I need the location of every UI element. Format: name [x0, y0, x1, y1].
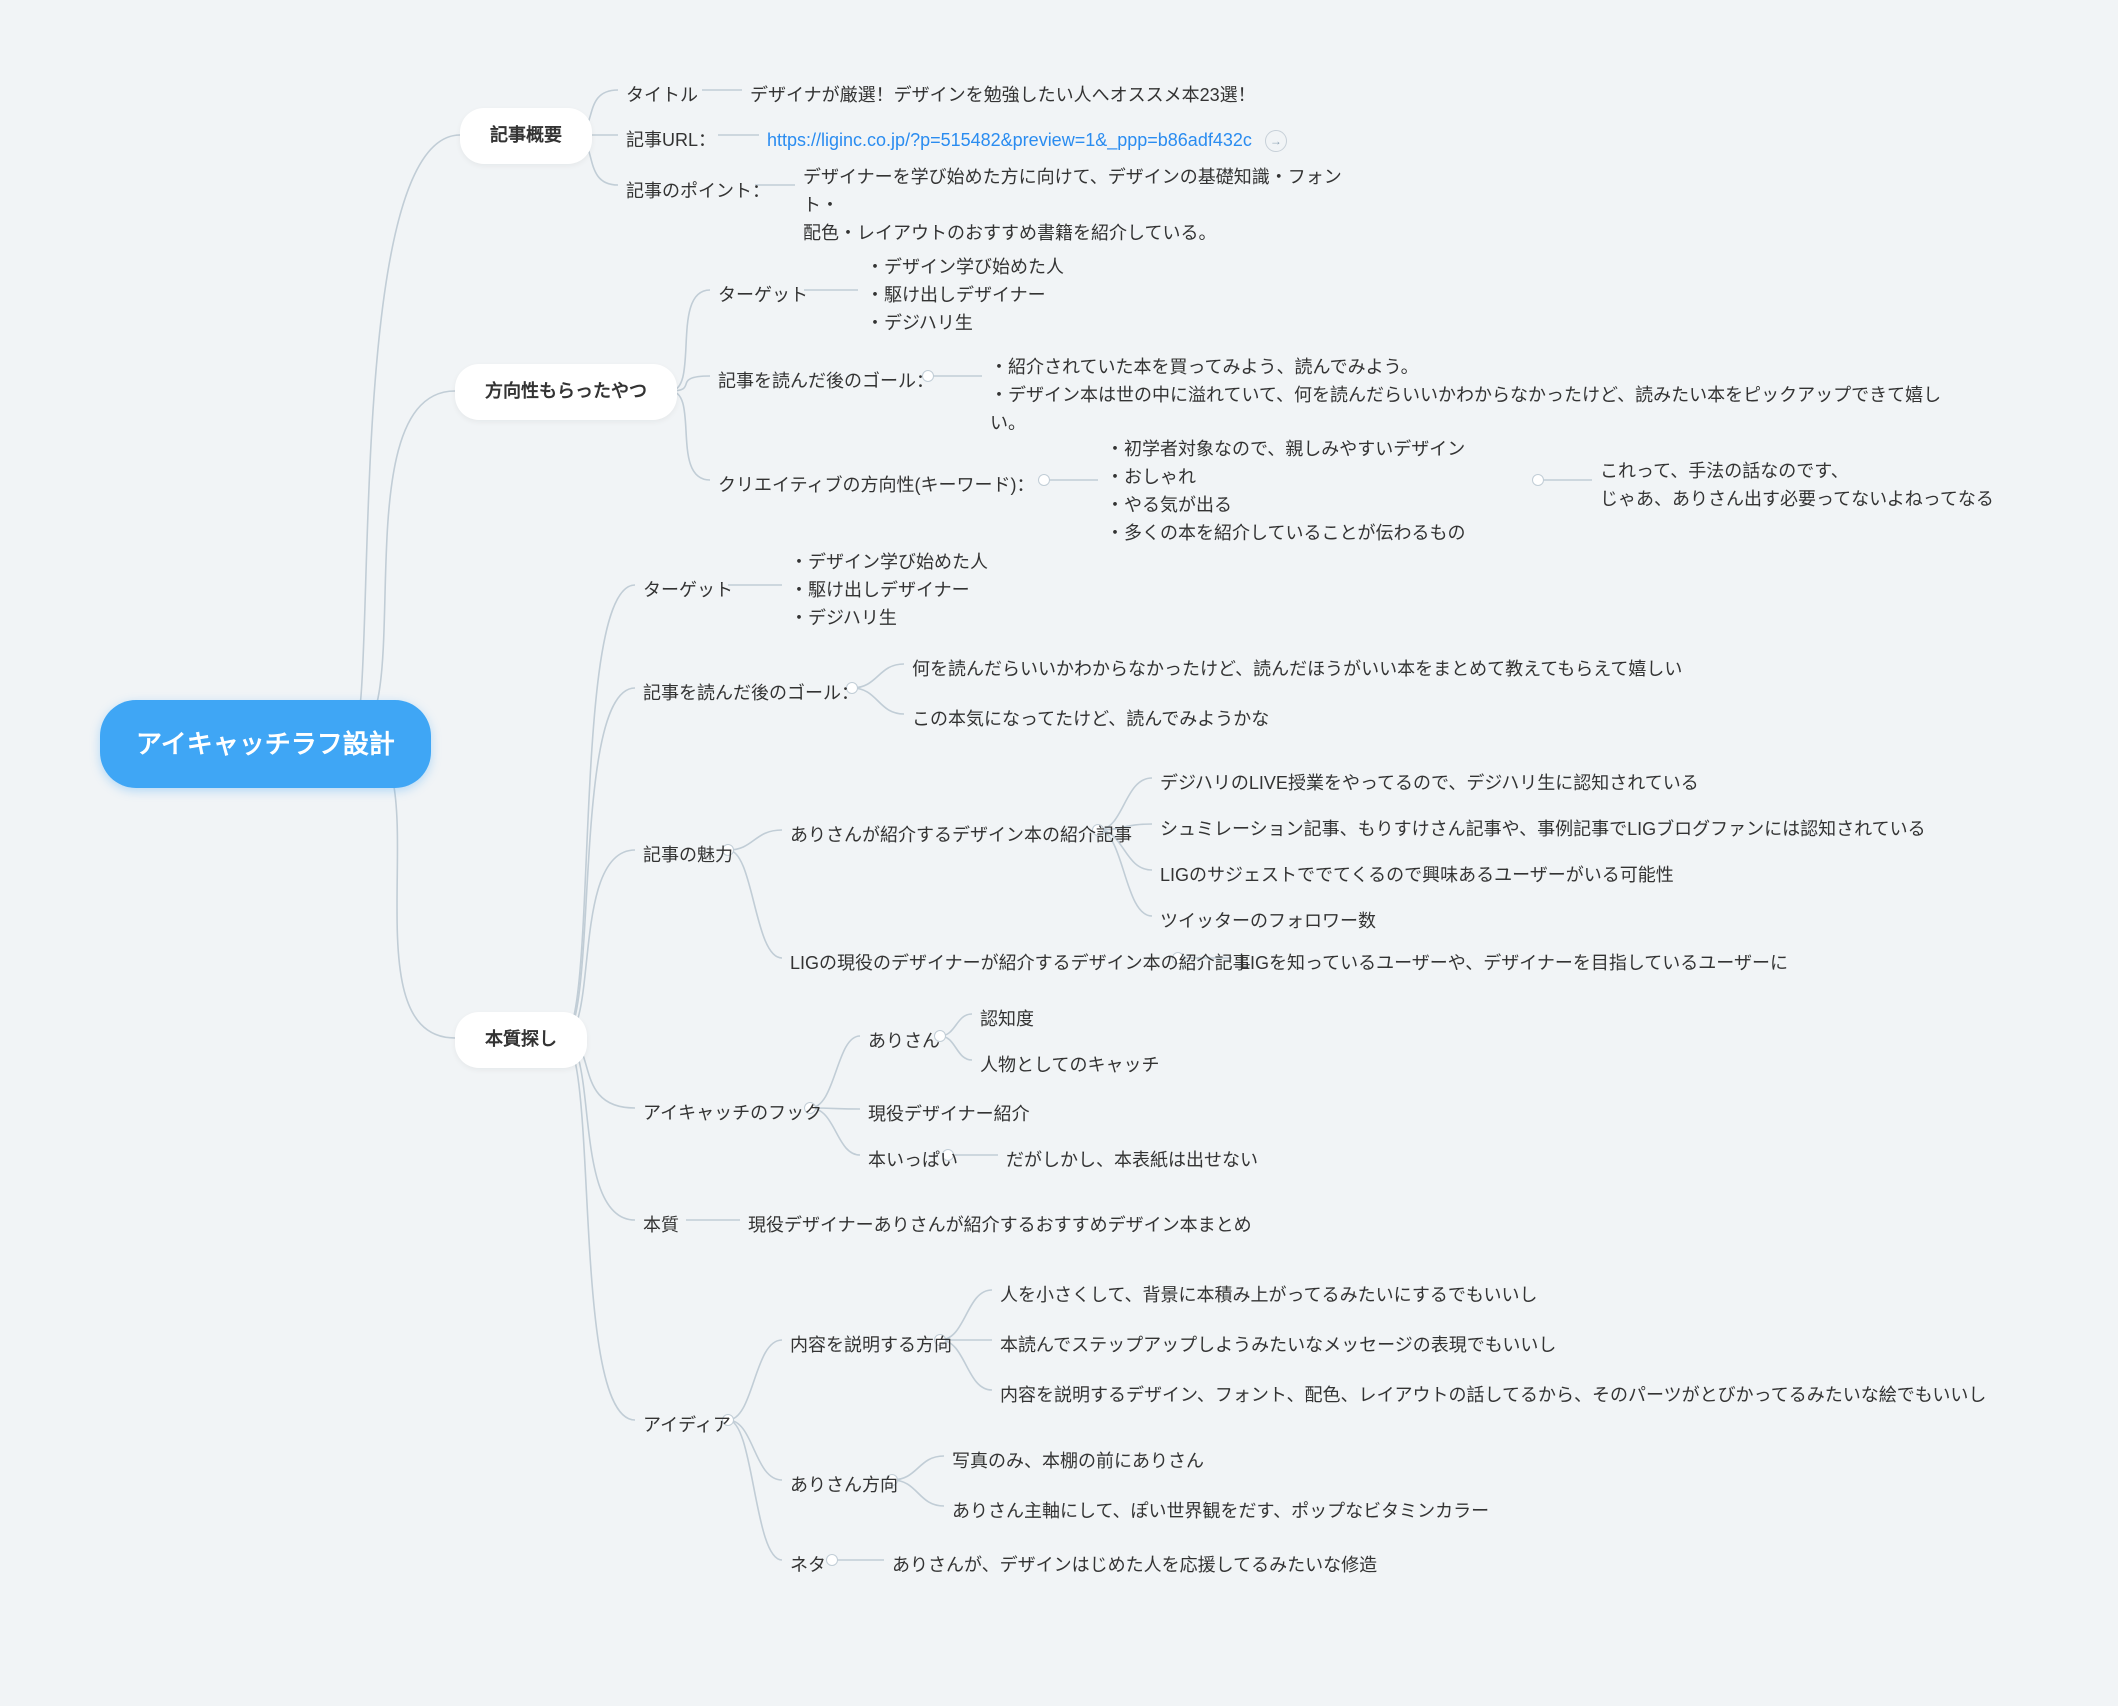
idea-explain-e2: 本読んでステップアップしようみたいなメッセージの表現でもいいし [992, 1324, 1572, 1368]
ess-goal-lbl[interactable]: 記事を読んだ後のゴール： [635, 672, 875, 716]
ess-appeal-lbl[interactable]: 記事の魅力 [635, 834, 749, 878]
appeal-lig-lbl[interactable]: LIGの現役のデザイナーが紹介するデザイン本の紹介記事 [782, 942, 1267, 986]
dir-target-val: ・デザイン学び始めた人・駆け出しデザイナー・デジハリ生 [858, 246, 1132, 346]
dir-target-lbl[interactable]: ターゲット [710, 274, 824, 318]
appeal-ari-a2: シュミレーション記事、もりすけさん記事や、事例記事でLIGブログファンには認知さ… [1152, 808, 1942, 852]
ov-title-lbl[interactable]: タイトル [618, 74, 714, 118]
dir-creative-note: これって、手法の話なのです、じゃあ、ありさん出す必要ってないよねってなる [1592, 450, 2016, 522]
appeal-ari-a3: LIGのサジェストででてくるので興味あるユーザーがいる可能性 [1152, 854, 1690, 898]
idea-ari-lbl[interactable]: ありさん方向 [782, 1464, 914, 1508]
ess-goal-v1: 何を読んだらいいかわからなかったけど、読んだほうがいい本をまとめて教えてもらえて… [904, 648, 1698, 692]
node-overview[interactable]: 記事概要 [460, 108, 592, 164]
hook-ari-lbl[interactable]: ありさん [860, 1020, 956, 1064]
ess-core-val: 現役デザイナーありさんが紹介するおすすめデザイン本まとめ [740, 1204, 1268, 1248]
ess-core-lbl[interactable]: 本質 [635, 1204, 695, 1248]
ess-target-val: ・デザイン学び始めた人・駆け出しデザイナー・デジハリ生 [782, 541, 1056, 641]
dir-creative-val: ・初学者対象なので、親しみやすいデザイン・おしゃれ・やる気が出る・多くの本を紹介… [1098, 428, 1562, 556]
ov-point-lbl[interactable]: 記事のポイント： [618, 170, 786, 214]
dir-goal-lbl[interactable]: 記事を読んだ後のゴール： [710, 360, 950, 404]
ess-hook-lbl[interactable]: アイキャッチのフック [635, 1092, 838, 1136]
ess-goal-v2: この本気になってたけど、読んでみようかな [904, 698, 1285, 742]
hook-books-lbl[interactable]: 本いっぱい [860, 1139, 974, 1183]
ess-idea-lbl[interactable]: アイディア [635, 1404, 747, 1448]
root-node[interactable]: アイキャッチラフ設計 [100, 700, 431, 788]
idea-ari-a1: 写真のみ、本棚の前にありさん [944, 1440, 1220, 1484]
hook-ari-a: 認知度 [972, 998, 1050, 1042]
idea-explain-lbl[interactable]: 内容を説明する方向 [782, 1324, 968, 1368]
idea-explain-e3: 内容を説明するデザイン、フォント、配色、レイアウトの話してるから、そのパーツがと… [992, 1374, 2002, 1418]
idea-neta-val: ありさんが、デザインはじめた人を応援してるみたいな修造 [884, 1544, 1393, 1588]
idea-ari-a2: ありさん主軸にして、ぽい世界観をだす、ポップなビタミンカラー [944, 1490, 1505, 1534]
node-essence[interactable]: 本質探し [455, 1012, 587, 1068]
idea-explain-e1: 人を小さくして、背景に本積み上がってるみたいにするでもいいし [992, 1274, 1553, 1318]
article-url-link[interactable]: https://liginc.co.jp/?p=515482&preview=1… [767, 130, 1252, 150]
idea-neta-lbl[interactable]: ネタ [782, 1544, 842, 1588]
ov-url-lbl[interactable]: 記事URL： [618, 119, 732, 163]
appeal-ari-a1: デジハリのLIVE授業をやってるので、デジハリ生に認知されている [1152, 762, 1715, 806]
appeal-lig-val: LIGを知っているユーザーや、デザイナーを目指しているユーザーに [1232, 942, 1804, 986]
node-direction[interactable]: 方向性もらったやつ [455, 364, 677, 420]
hook-active-lbl[interactable]: 現役デザイナー紹介 [860, 1093, 1046, 1137]
ov-title-val: デザイナが厳選！デザインを勉強したい人へオススメ本23選！ [742, 74, 1272, 118]
ov-point-val: デザイナーを学び始めた方に向けて、デザインの基礎知識・フォント・配色・レイアウト… [795, 156, 1379, 256]
appeal-ari-a4: ツイッターのフォロワー数 [1152, 900, 1392, 944]
dir-creative-lbl[interactable]: クリエイティブの方向性(キーワード)： [710, 464, 1051, 508]
hook-ari-b: 人物としてのキャッチ [972, 1044, 1175, 1088]
hook-books-val: だがしかし、本表紙は出せない [998, 1139, 1274, 1183]
appeal-ari-lbl[interactable]: ありさんが紹介するデザイン本の紹介記事 [782, 814, 1148, 858]
external-link-icon[interactable]: → [1265, 130, 1287, 152]
ess-target-lbl[interactable]: ターゲット [635, 569, 749, 613]
